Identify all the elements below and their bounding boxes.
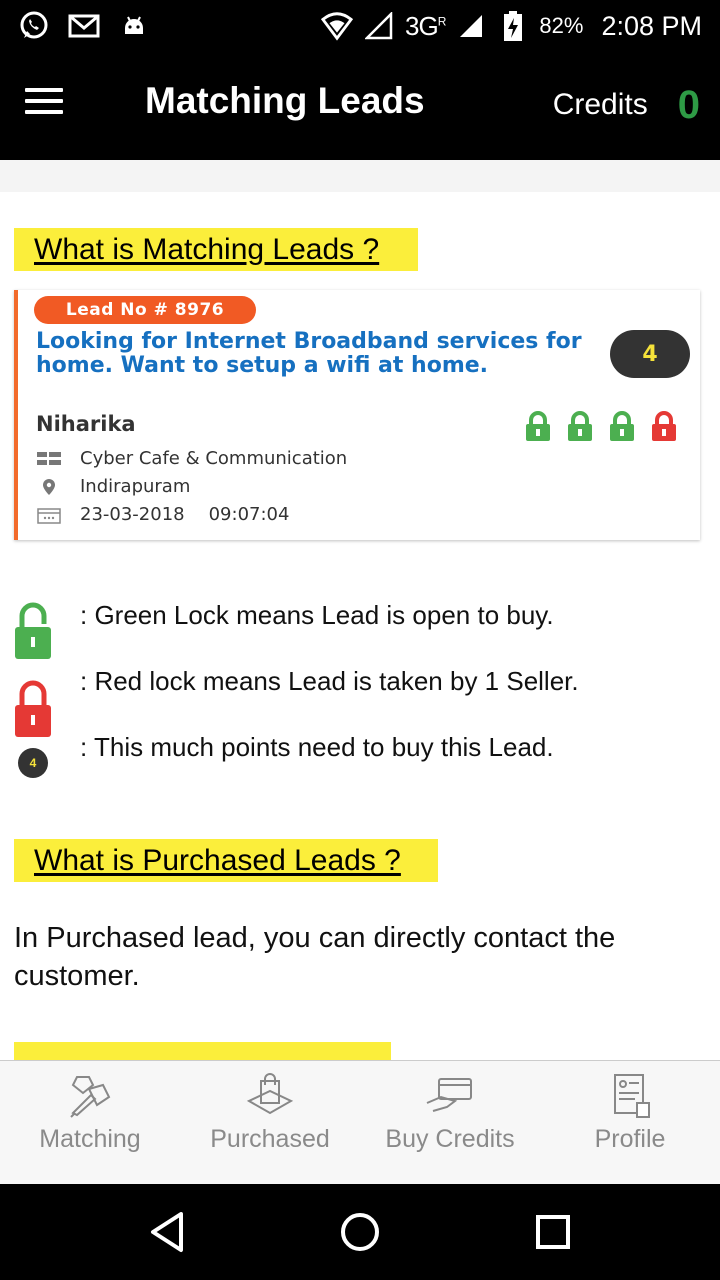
nav-matching[interactable]: Matching (0, 1061, 180, 1184)
red-lock-icon (652, 411, 676, 441)
bottom-navigation: Matching Purchased Buy Credits Profile (0, 1060, 720, 1184)
signal-icon (363, 10, 395, 42)
legend-green-lock-text: : Green Lock means Lead is open to buy. (80, 600, 554, 630)
legend-red-lock-text: : Red lock means Lead is taken by 1 Sell… (80, 666, 579, 696)
green-lock-icon (526, 411, 550, 441)
points-badge: 4 (610, 330, 690, 378)
profile-document-icon (614, 1074, 650, 1118)
nav-purchased[interactable]: Purchased (180, 1061, 360, 1184)
home-circle-icon (340, 1213, 379, 1251)
lock-status-row (522, 410, 680, 442)
lead-time: 09:07:04 (208, 504, 290, 525)
location-pin-icon (36, 477, 62, 497)
green-lock-icon (568, 411, 592, 441)
purchased-leads-header: What is Purchased Leads ? (14, 839, 438, 882)
card-hand-icon (426, 1078, 472, 1112)
battery-percent: 82% (539, 13, 584, 38)
nav-purchased-label: Purchased (210, 1125, 330, 1153)
content-scroll-area[interactable]: What is Matching Leads ? Lead No # 8976 … (0, 192, 720, 1060)
nav-matching-label: Matching (39, 1125, 141, 1153)
lead-date: 23-03-2018 (80, 504, 185, 525)
lead-customer-name: Niharika (36, 412, 136, 436)
roaming-indicator: R (437, 13, 447, 28)
legend-points-text: : This much points need to buy this Lead… (80, 732, 554, 762)
menu-button[interactable] (0, 52, 112, 160)
points-badge-small: 4 (18, 748, 48, 778)
red-lock-icon (15, 680, 51, 737)
lead-category: Cyber Cafe & Communication (80, 448, 348, 469)
credits-display: Credits 0 (553, 83, 700, 128)
lead-title: Looking for Internet Broadband services … (36, 329, 582, 378)
example-lead-card: Lead No # 8976 Looking for Internet Broa… (14, 290, 700, 540)
green-lock-icon (15, 602, 51, 659)
purchased-leads-description: In Purchased lead, you can directly cont… (14, 922, 616, 992)
nav-buy-credits-label: Buy Credits (385, 1125, 515, 1153)
content-top-divider (0, 160, 720, 192)
back-button[interactable] (137, 1202, 197, 1262)
android-icon (118, 10, 150, 42)
signal-strength-icon (455, 10, 487, 42)
category-icon (36, 449, 62, 469)
network-type: 3G (405, 10, 439, 41)
lead-category-row: Cyber Cafe & Communication (36, 448, 347, 469)
purchased-leads-header-text: What is Purchased Leads ? (34, 843, 401, 877)
home-button[interactable] (330, 1202, 390, 1262)
shopping-bag-icon (246, 1073, 294, 1115)
lead-datetime-row: 23-03-2018 09:07:04 (36, 504, 289, 525)
nav-profile[interactable]: Profile (540, 1061, 720, 1184)
recents-square-icon (536, 1215, 571, 1249)
matching-leads-header: What is Matching Leads ? (14, 228, 418, 271)
credits-value: 0 (677, 82, 700, 127)
calendar-icon (36, 505, 62, 525)
nav-profile-label: Profile (594, 1125, 666, 1153)
system-navigation-bar (0, 1184, 720, 1280)
green-lock-icon (610, 411, 634, 441)
nav-buy-credits[interactable]: Buy Credits (360, 1061, 540, 1184)
hamburger-icon (25, 88, 63, 114)
whatsapp-icon (18, 10, 50, 42)
matching-icon (70, 1076, 111, 1118)
gmail-icon (68, 10, 100, 42)
page-title: Matching Leads (145, 80, 425, 121)
lead-number-badge: Lead No # 8976 (34, 296, 256, 324)
lead-location-row: Indirapuram (36, 476, 190, 497)
status-bar: 3GR 82% 2:08 PM (0, 0, 720, 52)
credits-label: Credits (552, 88, 648, 121)
next-section-header-partial (14, 1042, 391, 1060)
wifi-icon (321, 10, 354, 42)
app-bar: Matching Leads Credits 0 (0, 52, 720, 160)
battery-charging-icon (497, 10, 529, 42)
lead-location: Indirapuram (80, 476, 191, 497)
clock: 2:08 PM (601, 10, 702, 41)
recents-button[interactable] (523, 1202, 583, 1262)
matching-leads-header-text: What is Matching Leads ? (34, 232, 380, 266)
back-triangle-icon (150, 1212, 183, 1252)
